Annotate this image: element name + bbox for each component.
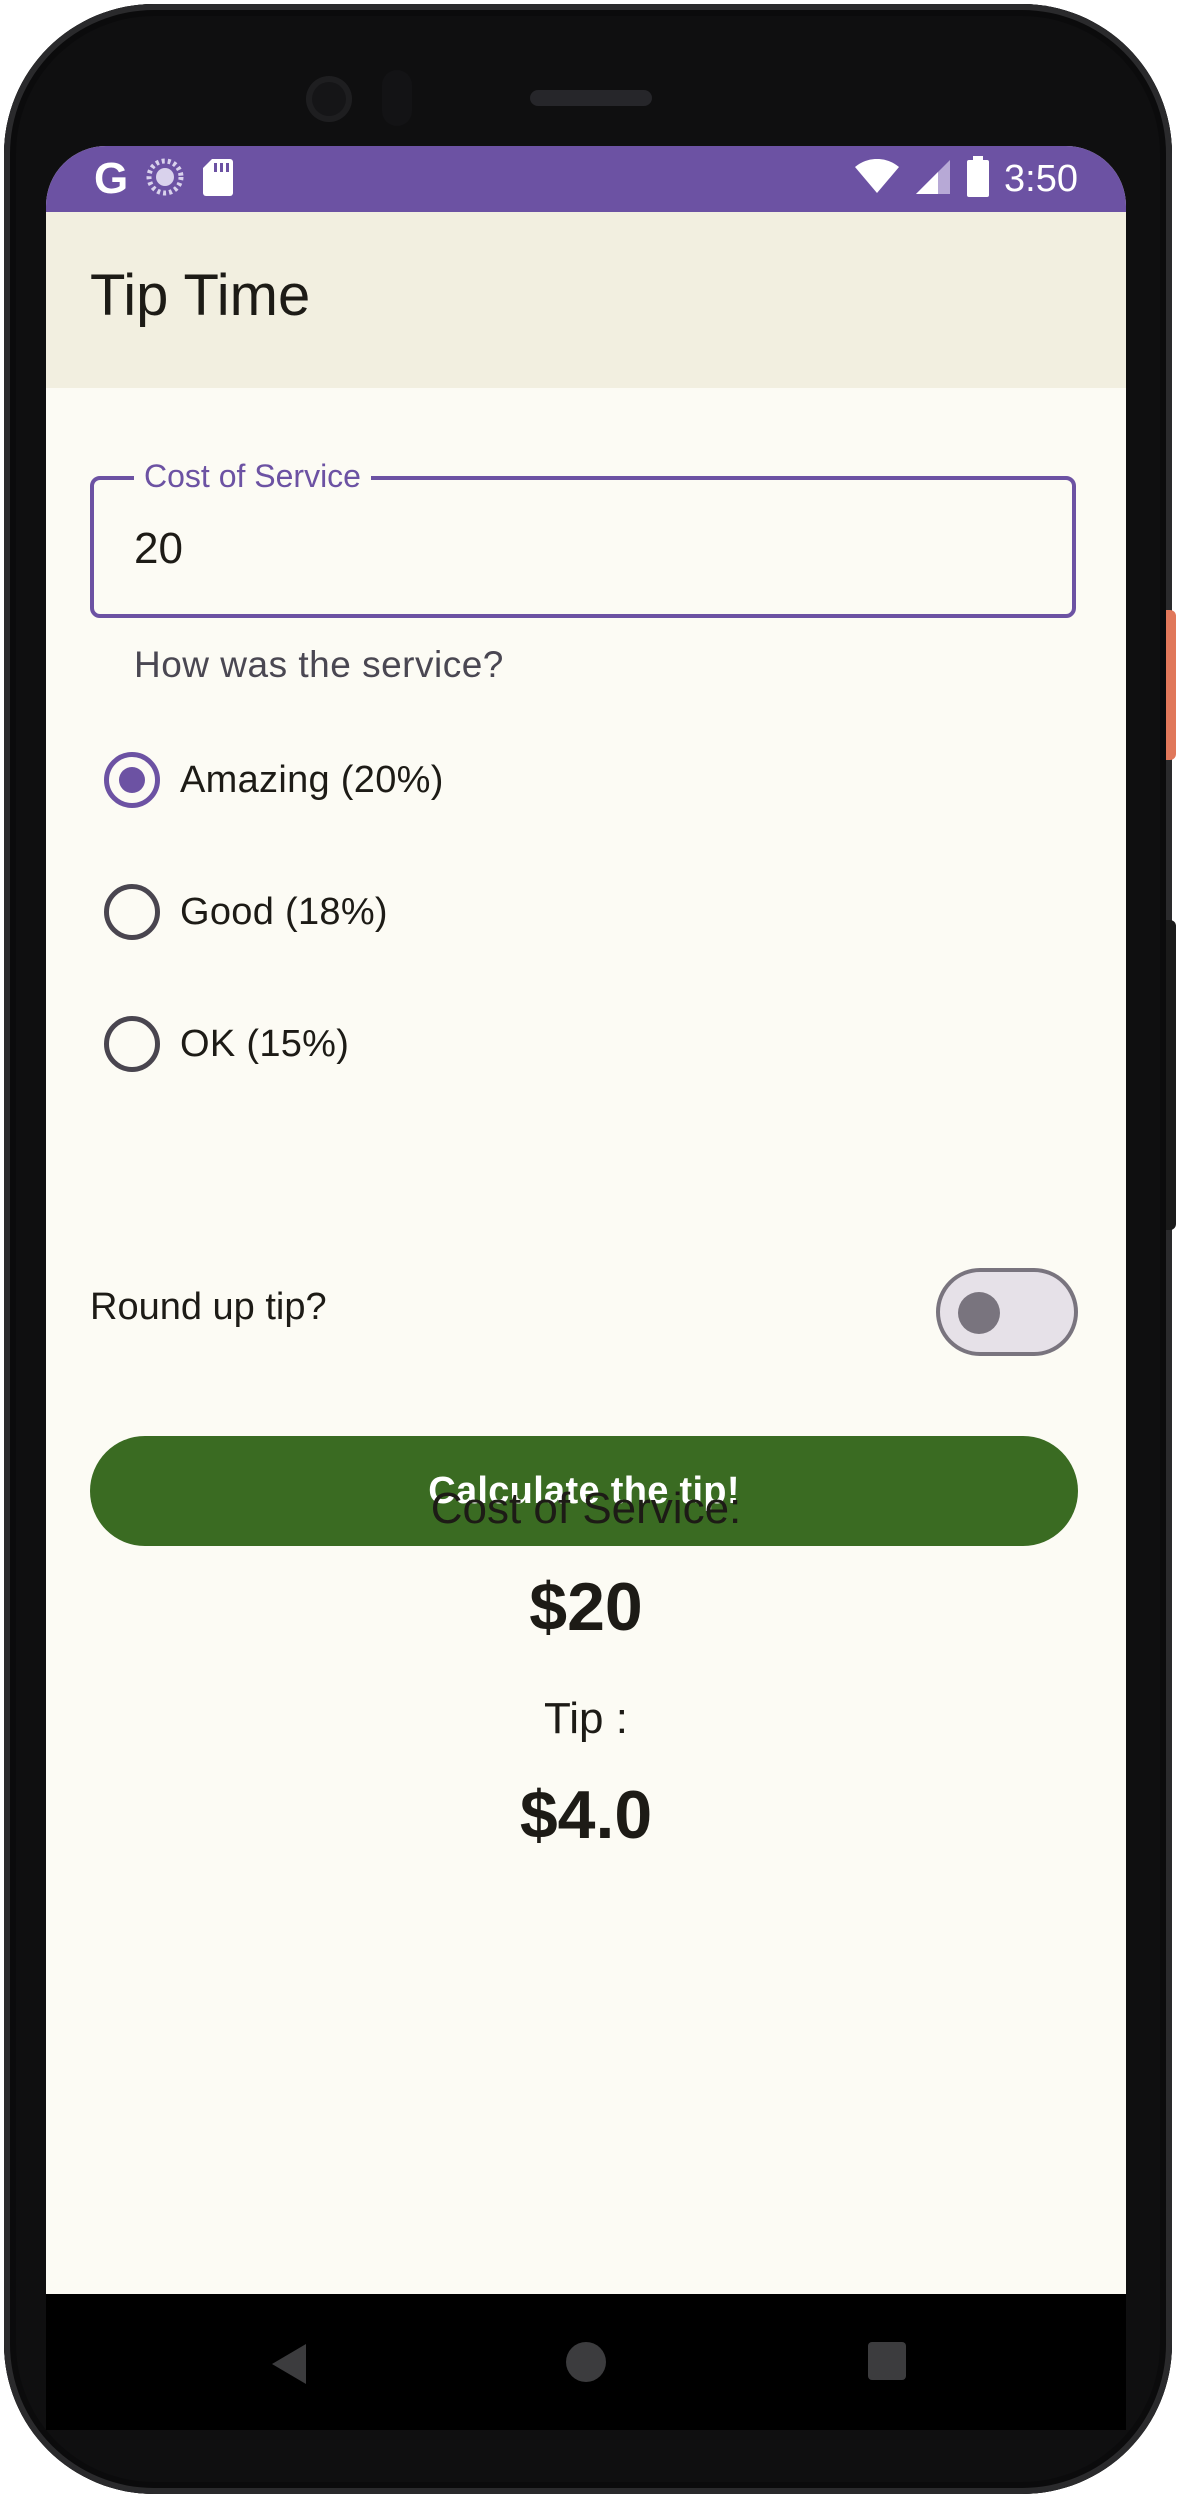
radio-button[interactable] — [104, 884, 160, 940]
cost-of-service-input[interactable]: 20 — [134, 524, 183, 574]
round-up-switch[interactable] — [936, 1268, 1078, 1356]
sd-card-icon — [202, 157, 234, 202]
back-icon[interactable] — [272, 2344, 306, 2384]
google-icon: G — [94, 154, 129, 203]
home-icon[interactable] — [566, 2342, 606, 2382]
tip-result-value: $4.0 — [519, 1777, 653, 1853]
volume-button — [1166, 920, 1176, 1230]
front-camera — [306, 76, 352, 122]
app-screen: G 3:50 Tip Time Cost of Service 20 How w… — [46, 146, 1126, 2294]
battery-icon — [966, 155, 990, 203]
radio-button-selected[interactable] — [104, 752, 160, 808]
tip-option-label: OK (15%) — [180, 1022, 350, 1065]
tip-option-ok[interactable]: OK (15%) — [104, 1004, 349, 1084]
tip-option-label: Good (18%) — [180, 890, 388, 933]
proximity-sensor — [382, 70, 412, 126]
tip-option-good[interactable]: Good (18%) — [104, 872, 388, 952]
tip-option-label: Amazing (20%) — [180, 758, 444, 801]
status-bar: G 3:50 — [46, 146, 1126, 212]
loading-icon — [146, 158, 184, 201]
tip-option-amazing[interactable]: Amazing (20%) — [104, 740, 444, 820]
service-question: How was the service? — [134, 644, 504, 685]
navigation-bar — [46, 2294, 1126, 2430]
cost-of-service-field[interactable]: Cost of Service 20 — [90, 456, 1076, 618]
round-up-label: Round up tip? — [90, 1286, 327, 1328]
tip-result-label: Tip : — [544, 1694, 628, 1743]
cost-result-value: $20 — [529, 1569, 643, 1645]
top-app-bar: Tip Time — [46, 212, 1126, 388]
app-title: Tip Time — [90, 263, 311, 328]
cell-signal-icon — [914, 158, 952, 201]
wifi-icon — [854, 158, 900, 200]
recents-icon[interactable] — [868, 2342, 906, 2380]
radio-button[interactable] — [104, 1016, 160, 1072]
cost-result-label: Cost of Service: — [430, 1484, 742, 1533]
power-button — [1166, 610, 1176, 760]
status-time: 3:50 — [1004, 158, 1078, 200]
earpiece-speaker — [530, 90, 652, 106]
switch-thumb — [958, 1292, 1000, 1334]
cost-of-service-label: Cost of Service — [134, 456, 371, 496]
